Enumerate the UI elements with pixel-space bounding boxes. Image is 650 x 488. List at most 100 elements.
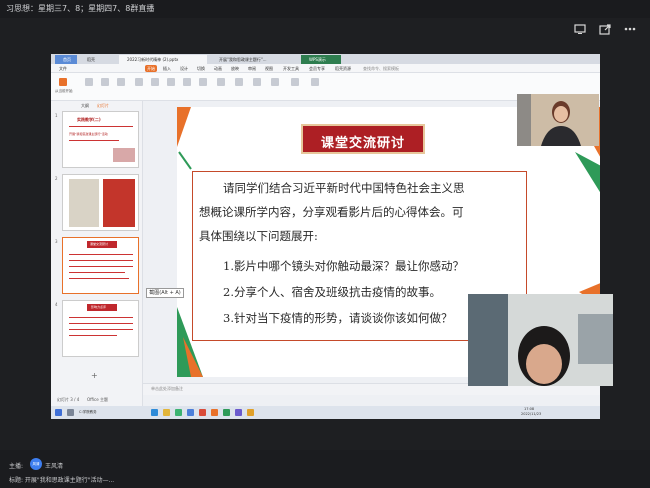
slide-paragraph-line: 想概论课所学内容，分享观看影片后的心得体会。可 [199,205,464,219]
slide-question-2: 2.分享个人、宿舍及班级抗击疫情的故事。 [223,285,441,299]
menu-member[interactable]: 会员专享 [309,65,325,72]
thumb-title: 课堂交流研讨 [90,242,109,246]
arrange-icon[interactable] [235,78,243,86]
meeting-title: 习思想：星期三7、8；星期四7、8群直播 [6,4,155,13]
slide-count: 幻灯片 3 / 4 [57,397,80,402]
menu-insert[interactable]: 插入 [163,65,171,72]
thumb-title: 影响力点评 [91,305,107,309]
menu-animation[interactable]: 动画 [214,65,222,72]
textbox-icon[interactable] [199,78,207,86]
tab-pptx-file[interactable]: 2022习新时代精神 (2).pptx [119,55,207,64]
slide-question-1: 1.影片中哪个镜头对你触动最深？最让你感动？ [223,259,464,273]
menu-view[interactable]: 视图 [265,65,273,72]
clock[interactable]: 17:08 [524,407,534,411]
stream-topic: 标题: 开展"我和思政课主题行"活动—... [9,477,115,484]
beautify-icon[interactable] [311,78,319,86]
share-screen-icon[interactable] [573,22,587,36]
bold-icon[interactable] [151,78,159,86]
paste-icon[interactable] [85,78,93,86]
student-video-icon [468,294,613,386]
wps-icon[interactable] [211,409,218,416]
menu-developer[interactable]: 开发工具 [283,65,299,72]
screenshot-tooltip: 截图(Alt + A) [146,288,184,298]
menu-slideshow[interactable]: 放映 [231,65,239,72]
picture-icon[interactable] [217,78,225,86]
notes-placeholder[interactable]: 单击此处添加备注 [151,386,183,392]
find-icon[interactable] [291,78,299,86]
taskbar-app-icon[interactable] [187,409,194,416]
slideshow-icon[interactable] [59,78,67,86]
avatar[interactable]: 风清 [30,458,42,470]
thumb-rule [69,126,133,127]
search-icon[interactable] [67,409,74,416]
select-icon[interactable] [271,78,279,86]
layout-icon[interactable] [117,78,125,86]
tab-outline[interactable]: 大纲 [81,103,89,109]
add-slide-icon[interactable]: + [91,371,98,380]
thumb-title: 实践教学(二) [77,117,101,122]
presenter-video-icon [517,94,599,146]
search-command-input[interactable]: 查找命令、搜索模板 [363,65,399,72]
wechat-icon[interactable] [223,409,230,416]
tab-slides[interactable]: 幻灯片 [97,103,109,109]
thumb-rule [69,272,125,273]
wps-tab-bar: 首页 稻壳 2022习新时代精神 (2).pptx 开展"我和思政课主题行"..… [51,54,600,64]
align-icon[interactable] [167,78,175,86]
status-bar: 幻灯片 3 / 4 Office 主题 [51,395,143,406]
folder-icon[interactable] [163,409,170,416]
slide-paragraph-line: 请同学们结合习近平新时代中国特色社会主义思 [223,181,465,195]
thumb-rule [69,278,129,279]
menu-design[interactable]: 设计 [180,65,188,72]
slide-title: 课堂交流研讨 [320,136,405,151]
shape-icon[interactable] [183,78,191,86]
tab-second-file[interactable]: 开展"我和思政课主题行"... [211,55,279,64]
student-webcam [468,294,613,386]
slide-paragraph-line: 具体围绕以下问题展开: [199,229,318,243]
meeting-title-bar: 习思想：星期三7、8；星期四7、8群直播 [0,0,650,18]
host-label: 主播: [9,463,24,470]
thumb-number: 4 [55,302,58,307]
font-icon[interactable] [135,78,143,86]
slide-title-box: 课堂交流研讨 [301,124,425,154]
thumb-number: 2 [55,176,58,181]
more-icon[interactable] [623,22,637,36]
tab-home[interactable]: 首页 [55,55,77,64]
thumb-rule [69,317,133,318]
export-icon[interactable] [598,22,612,36]
date[interactable]: 2022/11/23 [521,412,541,416]
taskbar-app-icon[interactable] [199,409,206,416]
slide-question-3: 3.针对当下疫情的形势，请谈谈你该如何做？ [223,311,453,325]
taskbar-search-label[interactable]: C:学院教务 [79,409,103,416]
thumb-rule [69,140,119,141]
stream-info-bar: 主播: 风清 王风清 标题: 开展"我和思政课主题行"活动—... [0,450,650,488]
new-slide-icon[interactable] [101,78,109,86]
ribbon-from-current-label: 从当前开始 [55,89,73,93]
taskbar-app-icon[interactable] [151,409,158,416]
start-icon[interactable] [55,409,62,416]
taskbar-app-icon[interactable] [235,409,242,416]
windows-taskbar: C:学院教务 17:08 2022/11/23 [51,406,600,419]
tab-docer[interactable]: 稻壳 [79,55,103,64]
taskbar-app-icon[interactable] [247,409,254,416]
tab-wps-presentation[interactable]: WPS演示 [301,55,341,64]
slide-thumbnail-2[interactable] [62,174,139,231]
thumb-subtitle: 开展"我和思政课主题行"活动 [69,132,108,136]
slide-thumbnail-3[interactable]: 课堂交流研讨 [62,237,139,294]
slide-thumbnail-1[interactable]: 实践教学(二) 开展"我和思政课主题行"活动 [62,111,139,168]
slide-thumbnail-4[interactable]: 影响力点评 [62,300,139,357]
thumb-rule [69,254,133,255]
thumb-image [103,179,135,227]
menu-review[interactable]: 审阅 [248,65,256,72]
host-name: 王风清 [45,463,64,470]
meeting-window: 习思想：星期三7、8；星期四7、8群直播 首页 稻壳 2022习新时代精神 (2… [0,0,650,488]
thumb-image [69,179,99,227]
wps-menu-bar: 文件 开始 插入 设计 切换 动画 放映 审阅 视图 开发工具 会员专享 稻壳资… [51,64,600,73]
menu-docer-resources[interactable]: 稻壳资源 [335,65,351,72]
replace-icon[interactable] [253,78,261,86]
taskbar-app-icon[interactable] [175,409,182,416]
menu-home[interactable]: 开始 [145,65,157,72]
theme-name: Office 主题 [87,397,108,402]
menu-file[interactable]: 文件 [59,65,67,72]
menu-transition[interactable]: 切换 [197,65,205,72]
presenter-webcam [517,94,599,146]
